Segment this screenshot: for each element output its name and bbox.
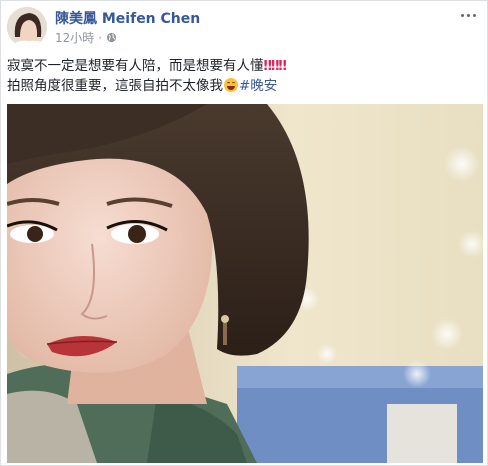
author-name-link[interactable]: 陳美鳳 Meifen Chen	[55, 8, 200, 28]
post-text-line-2-content: 拍照角度很重要，這張自拍不太像我	[7, 78, 223, 94]
post-text-line-1-content: 寂寞不一定是想要有人陪，而是想要有人懂	[7, 58, 264, 74]
hashtag-link[interactable]: #晚安	[239, 78, 277, 94]
double-exclamation-emoji: ‼‼‼	[263, 58, 287, 74]
author-avatar[interactable]	[7, 7, 47, 47]
post-header: 陳美鳳 Meifen Chen 12小時 ·	[1, 1, 487, 57]
post-timestamp[interactable]: 12小時	[55, 29, 94, 46]
grinning-squinting-face-emoji	[224, 78, 238, 92]
post-text-line-2: 拍照角度很重要，這張自拍不太像我 #晚安	[7, 76, 477, 96]
post-message: 寂寞不一定是想要有人陪，而是想要有人懂‼‼‼ 拍照角度很重要，這張自拍不太像我 #…	[7, 56, 477, 96]
globe-icon[interactable]	[106, 32, 117, 43]
post-text-line-1: 寂寞不一定是想要有人陪，而是想要有人懂‼‼‼	[7, 56, 477, 76]
post-meta: 12小時 ·	[55, 29, 117, 46]
facebook-post-card: 陳美鳳 Meifen Chen 12小時 · 寂寞不一定是想要有人陪，而是想要有…	[0, 0, 488, 466]
post-photo[interactable]	[7, 104, 483, 463]
more-options-icon[interactable]	[459, 9, 477, 21]
meta-separator: ·	[98, 30, 103, 45]
